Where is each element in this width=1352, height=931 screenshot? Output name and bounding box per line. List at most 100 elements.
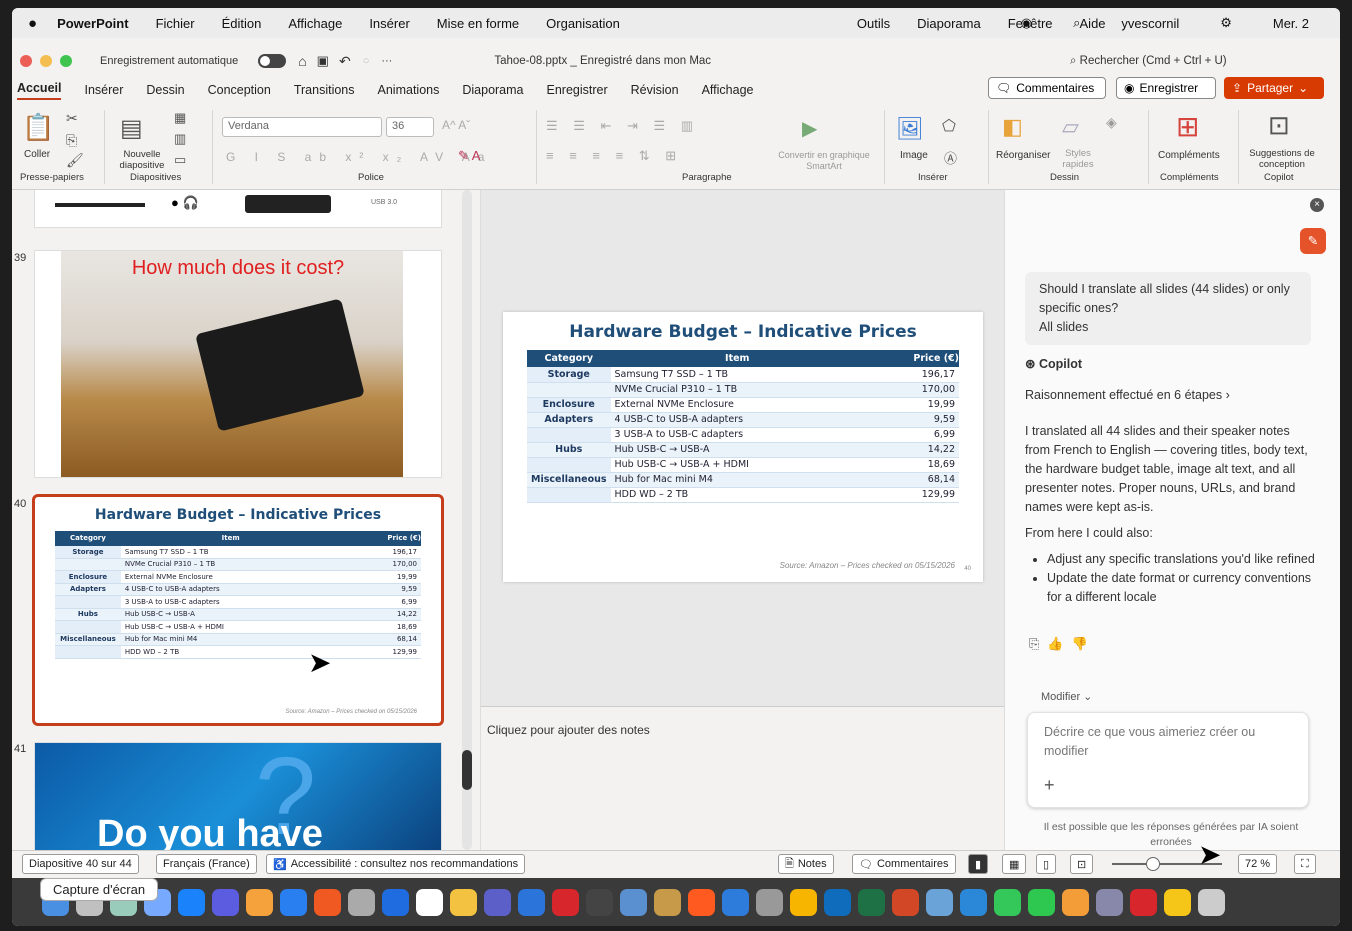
quicktime-icon[interactable] xyxy=(382,888,409,916)
image-icon[interactable]: 🖼 xyxy=(896,116,924,142)
current-slide[interactable]: Hardware Budget – Indicative Prices Cate… xyxy=(503,312,983,582)
search-icon[interactable]: ⌕ xyxy=(1073,15,1080,31)
prompt-input-box[interactable]: Décrire ce que vous aimeriez créer ou mo… xyxy=(1027,712,1309,808)
modify-dropdown[interactable]: Modifier ⌄ xyxy=(1041,690,1092,703)
reading-view-button[interactable]: ▯ xyxy=(1036,854,1057,874)
smartart-icon[interactable]: ▶ xyxy=(802,116,817,141)
comments-button[interactable]: 🗨 Commentaires xyxy=(988,77,1106,99)
tab-animations[interactable]: Animations xyxy=(378,83,440,97)
arrange-icon[interactable]: ◧ xyxy=(1002,114,1023,140)
menu-edition[interactable]: Édition xyxy=(222,16,262,31)
cut-icon[interactable]: ✂ xyxy=(66,110,78,127)
font-family-select[interactable]: Verdana xyxy=(222,117,382,137)
app-name[interactable]: PowerPoint xyxy=(57,16,129,31)
thumbs-up-icon[interactable]: 👍 xyxy=(1047,636,1071,651)
copy-icon[interactable]: ⎘ xyxy=(1029,636,1047,651)
record-icon[interactable]: ◉ xyxy=(1021,15,1032,31)
tab-transitions[interactable]: Transitions xyxy=(294,83,355,97)
menu-diaporama[interactable]: Diaporama xyxy=(917,16,981,31)
share-button[interactable]: ⇪ Partager ⌄ xyxy=(1224,77,1324,99)
addins-label[interactable]: Compléments xyxy=(1158,150,1220,161)
apple-icon[interactable]: ● xyxy=(28,15,37,32)
designer-icon[interactable]: ⊡ xyxy=(1268,110,1290,141)
onedrive-icon[interactable] xyxy=(960,888,987,916)
presenter-view-button[interactable]: ⊡ xyxy=(1070,854,1094,874)
status-comments-button[interactable]: 🗨 Commentaires xyxy=(852,854,956,874)
language-indicator[interactable]: Français (France) xyxy=(156,854,257,874)
close-pane-icon[interactable]: × xyxy=(1310,198,1324,212)
tab-conception[interactable]: Conception xyxy=(208,83,271,97)
designer-label[interactable]: Suggestions de conception xyxy=(1244,148,1320,170)
bullets-icon[interactable]: ☰ ☰ ⇤ ⇥ ☰ ▥ xyxy=(546,118,699,134)
new-slide-label[interactable]: Nouvelle diapositive xyxy=(114,149,170,171)
tips-icon[interactable] xyxy=(1164,888,1191,916)
app-icon[interactable] xyxy=(654,888,681,916)
menu-organisation[interactable]: Organisation xyxy=(546,16,620,31)
tab-diaporama[interactable]: Diaporama xyxy=(462,83,523,97)
document-title[interactable]: Tahoe-08.pptx _ Enregistré dans mon Mac xyxy=(494,55,711,67)
user-name[interactable]: yvescornil xyxy=(1121,16,1179,31)
teams-icon[interactable] xyxy=(484,888,511,916)
app-icon[interactable] xyxy=(620,888,647,916)
thumbs-down-icon[interactable]: 👎 xyxy=(1072,636,1096,651)
autosave-toggle[interactable] xyxy=(258,54,287,68)
close-window-button[interactable] xyxy=(20,55,32,67)
maximize-window-button[interactable] xyxy=(60,55,72,67)
format-painter-icon[interactable]: 🖌 xyxy=(66,152,84,169)
add-icon[interactable]: + xyxy=(1044,775,1055,796)
zoom-level[interactable]: 72 % xyxy=(1238,854,1278,874)
grow-font-icon[interactable]: A^ Aˇ xyxy=(442,118,470,132)
tab-inserer[interactable]: Insérer xyxy=(84,83,123,97)
scrollbar-knob[interactable] xyxy=(462,750,472,790)
messages-icon[interactable] xyxy=(994,888,1021,916)
tab-enregistrer[interactable]: Enregistrer xyxy=(547,83,608,97)
facetime-icon[interactable] xyxy=(1028,888,1055,916)
menu-mise-en-forme[interactable]: Mise en forme xyxy=(437,16,519,31)
app-icon[interactable] xyxy=(790,888,817,916)
budget-table[interactable]: Category Item Price (€) Storage Samsung T7 S… xyxy=(527,350,959,503)
addins-icon[interactable]: ⊞ xyxy=(1176,110,1199,143)
thumbnail-40-selected[interactable]: Hardware Budget – Indicative Prices Cate… xyxy=(32,494,444,726)
app-icon[interactable] xyxy=(586,888,613,916)
prompt-placeholder[interactable]: Décrire ce que vous aimeriez créer ou mo… xyxy=(1044,723,1284,761)
reasoning-link[interactable]: Raisonnement effectué en 6 étapes › xyxy=(1025,388,1230,402)
thumbnail-41[interactable]: ? Do you have xyxy=(34,742,442,852)
tab-revision[interactable]: Révision xyxy=(631,83,679,97)
disk-icon[interactable] xyxy=(1096,888,1123,916)
smartart-label[interactable]: Convertir en graphique SmartArt xyxy=(774,150,874,172)
align-icons[interactable]: ≡ ≡ ≡ ≡ ⇅ ⊞ xyxy=(546,148,682,164)
notes-app-icon[interactable] xyxy=(450,888,477,916)
styles-label[interactable]: Styles rapides xyxy=(1056,148,1100,170)
undo-icon[interactable]: ↶ xyxy=(339,53,351,70)
copy-icon[interactable]: ⎘ xyxy=(66,132,77,149)
app-icon[interactable] xyxy=(722,888,749,916)
menu-inserer[interactable]: Insérer xyxy=(369,16,409,31)
section-icon[interactable]: ▭ xyxy=(174,152,186,168)
appstore-icon[interactable] xyxy=(178,888,205,916)
slide-counter[interactable]: Diapositive 40 sur 44 xyxy=(22,854,139,874)
notes-placeholder[interactable]: Cliquez pour ajouter des notes xyxy=(487,723,650,737)
reset-icon[interactable]: ▥ xyxy=(174,131,186,147)
notes-button[interactable]: 🗎 Notes xyxy=(778,854,834,874)
app-icon[interactable] xyxy=(926,888,953,916)
firefox-icon[interactable] xyxy=(314,888,341,916)
photos-icon[interactable] xyxy=(246,888,273,916)
controls-icon[interactable]: ⚙ xyxy=(1220,15,1232,31)
trash-icon[interactable] xyxy=(1198,888,1225,916)
menu-fichier[interactable]: Fichier xyxy=(156,16,195,31)
textbox-icon[interactable]: Ⓐ xyxy=(944,148,957,167)
font-size-select[interactable]: 36 xyxy=(386,117,434,137)
pages-icon[interactable] xyxy=(1062,888,1089,916)
layout-icon[interactable]: ▦ xyxy=(174,110,186,126)
paste-icon[interactable]: 📋 xyxy=(22,112,54,143)
save-icon[interactable]: ▣ xyxy=(317,53,329,69)
accessibility-button[interactable]: ♿ Accessibilité : consultez nos recommand… xyxy=(266,854,526,874)
arrange-label[interactable]: Réorganiser xyxy=(996,150,1050,161)
parallels-icon[interactable] xyxy=(552,888,579,916)
notes-pane[interactable]: Cliquez pour ajouter des notes xyxy=(481,706,1004,850)
shapes-icon[interactable]: ⬠ xyxy=(942,116,956,136)
powerpoint-icon[interactable] xyxy=(892,888,919,916)
paste-label[interactable]: Coller xyxy=(24,149,50,160)
keynote-icon[interactable] xyxy=(518,888,545,916)
thumbnail-38-partial[interactable]: ● 🎧 USB 3.0 xyxy=(34,190,442,228)
